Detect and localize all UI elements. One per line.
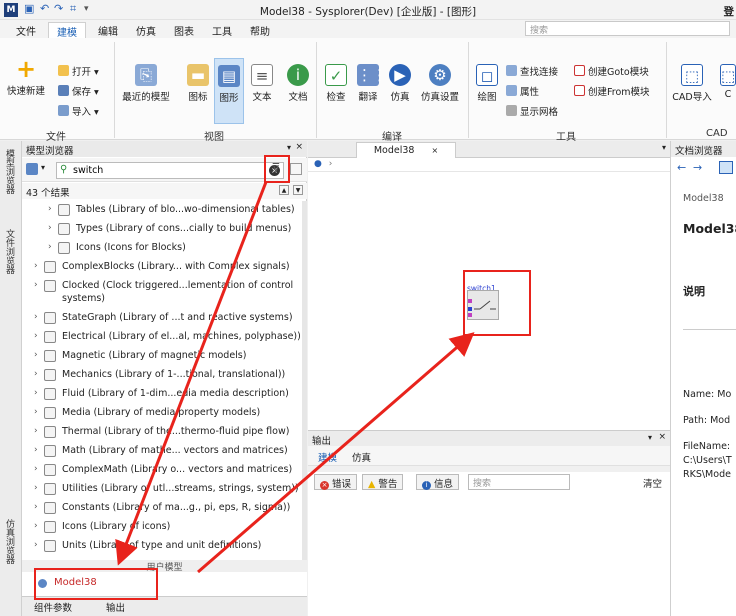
annotation-arrows [115, 181, 475, 574]
arrow-model-to-component [197, 332, 475, 574]
arrow-filter-to-model [115, 181, 268, 566]
